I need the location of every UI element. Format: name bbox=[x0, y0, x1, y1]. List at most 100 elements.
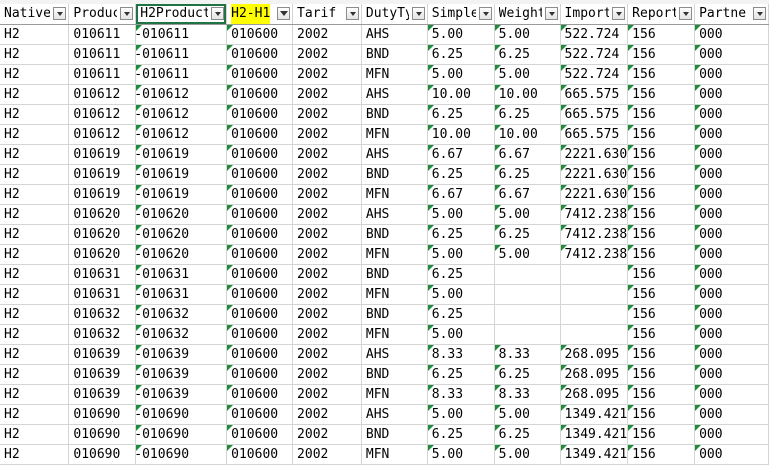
filter-dropdown-icon[interactable] bbox=[411, 7, 425, 20]
table-cell[interactable]: 5.00 bbox=[427, 24, 495, 45]
table-cell[interactable]: 2002 bbox=[292, 184, 362, 205]
table-cell[interactable]: -010632 bbox=[134, 304, 228, 325]
table-cell[interactable]: 1349.421 bbox=[560, 424, 629, 445]
table-cell[interactable] bbox=[560, 304, 629, 325]
table-cell[interactable]: H2 bbox=[0, 444, 70, 465]
column-header-dutyty[interactable]: DutyTy bbox=[361, 4, 428, 25]
table-cell[interactable]: 2002 bbox=[292, 384, 362, 405]
table-cell[interactable]: H2 bbox=[0, 184, 70, 205]
table-cell[interactable]: 2002 bbox=[292, 264, 362, 285]
table-cell[interactable]: 2002 bbox=[292, 284, 362, 305]
table-cell[interactable]: 2002 bbox=[292, 44, 362, 65]
table-cell[interactable]: 010600 bbox=[226, 404, 294, 425]
table-cell[interactable]: -010620 bbox=[134, 204, 228, 225]
table-cell[interactable]: 6.25 bbox=[427, 44, 495, 65]
table-cell[interactable]: 010600 bbox=[226, 264, 294, 285]
table-cell[interactable]: MFN bbox=[361, 244, 428, 265]
table-cell[interactable]: 6.25 bbox=[494, 44, 561, 65]
table-cell[interactable]: 010611 bbox=[68, 24, 137, 45]
table-cell[interactable]: -010639 bbox=[134, 364, 228, 385]
table-cell[interactable]: 2002 bbox=[292, 364, 362, 385]
table-cell[interactable]: AHS bbox=[361, 344, 428, 365]
table-cell[interactable]: 000 bbox=[694, 164, 769, 185]
table-cell[interactable]: 6.25 bbox=[427, 224, 495, 245]
table-cell[interactable]: AHS bbox=[361, 84, 428, 105]
table-cell[interactable]: 010600 bbox=[226, 64, 294, 85]
table-cell[interactable]: 156 bbox=[627, 364, 696, 385]
table-cell[interactable]: 010690 bbox=[68, 404, 137, 425]
table-cell[interactable]: -010611 bbox=[134, 24, 228, 45]
table-cell[interactable]: H2 bbox=[0, 44, 70, 65]
table-cell[interactable]: -010619 bbox=[134, 184, 228, 205]
table-cell[interactable]: -010639 bbox=[134, 344, 228, 365]
table-cell[interactable]: H2 bbox=[0, 324, 70, 345]
table-cell[interactable]: 000 bbox=[694, 284, 769, 305]
table-cell[interactable]: 000 bbox=[694, 204, 769, 225]
table-cell[interactable]: 000 bbox=[694, 364, 769, 385]
filter-dropdown-icon[interactable] bbox=[753, 7, 766, 20]
table-cell[interactable]: H2 bbox=[0, 404, 70, 425]
column-header-weight[interactable]: Weight bbox=[494, 4, 561, 25]
table-cell[interactable]: 010600 bbox=[226, 104, 294, 125]
table-cell[interactable]: 010600 bbox=[226, 44, 294, 65]
table-cell[interactable]: -010631 bbox=[134, 284, 228, 305]
table-cell[interactable]: 8.33 bbox=[427, 344, 495, 365]
table-cell[interactable]: 156 bbox=[627, 124, 696, 145]
table-cell[interactable]: 010600 bbox=[226, 384, 294, 405]
filter-dropdown-icon[interactable] bbox=[612, 7, 626, 20]
table-cell[interactable]: 2002 bbox=[292, 164, 362, 185]
column-header-partne[interactable]: Partne bbox=[694, 4, 769, 25]
table-cell[interactable]: 2002 bbox=[292, 204, 362, 225]
table-cell[interactable]: 6.25 bbox=[494, 164, 561, 185]
table-cell[interactable]: H2 bbox=[0, 164, 70, 185]
table-cell[interactable]: -010612 bbox=[134, 104, 228, 125]
table-cell[interactable]: H2 bbox=[0, 424, 70, 445]
table-cell[interactable]: 5.00 bbox=[427, 444, 495, 465]
table-cell[interactable]: 000 bbox=[694, 304, 769, 325]
table-cell[interactable]: 010619 bbox=[68, 184, 137, 205]
table-cell[interactable]: 010600 bbox=[226, 164, 294, 185]
table-cell[interactable]: -010631 bbox=[134, 264, 228, 285]
table-cell[interactable]: AHS bbox=[361, 404, 428, 425]
table-cell[interactable]: 5.00 bbox=[494, 24, 561, 45]
table-cell[interactable]: 2221.630 bbox=[560, 144, 629, 165]
table-cell[interactable]: 5.00 bbox=[494, 444, 561, 465]
table-cell[interactable]: 156 bbox=[627, 244, 696, 265]
table-cell[interactable]: 010690 bbox=[68, 444, 137, 465]
table-cell[interactable]: 156 bbox=[627, 444, 696, 465]
table-cell[interactable]: 10.00 bbox=[427, 124, 495, 145]
table-cell[interactable]: 010620 bbox=[68, 204, 137, 225]
table-cell[interactable]: 7412.238 bbox=[560, 224, 629, 245]
table-cell[interactable]: 522.724 bbox=[560, 64, 629, 85]
table-cell[interactable]: 156 bbox=[627, 264, 696, 285]
table-cell[interactable] bbox=[494, 324, 561, 345]
table-cell[interactable]: 010632 bbox=[68, 324, 137, 345]
table-cell[interactable]: 010611 bbox=[68, 44, 137, 65]
table-cell[interactable]: 010639 bbox=[68, 364, 137, 385]
table-cell[interactable]: 010612 bbox=[68, 124, 137, 145]
table-cell[interactable]: 010600 bbox=[226, 84, 294, 105]
table-cell[interactable]: 156 bbox=[627, 204, 696, 225]
table-cell[interactable]: 000 bbox=[694, 404, 769, 425]
table-cell[interactable]: -010690 bbox=[134, 444, 228, 465]
table-cell[interactable]: H2 bbox=[0, 224, 70, 245]
table-cell[interactable]: AHS bbox=[361, 204, 428, 225]
table-cell[interactable]: 010612 bbox=[68, 84, 137, 105]
table-cell[interactable]: H2 bbox=[0, 144, 70, 165]
filter-dropdown-icon[interactable] bbox=[211, 7, 225, 20]
spreadsheet-grid[interactable]: Native Produc H2Product H2-H1 Tarif DutyTy Sim… bbox=[0, 0, 769, 471]
table-cell[interactable]: 2002 bbox=[292, 424, 362, 445]
table-cell[interactable]: 2221.630 bbox=[560, 164, 629, 185]
table-cell[interactable]: 2002 bbox=[292, 444, 362, 465]
table-cell[interactable]: 000 bbox=[694, 144, 769, 165]
table-cell[interactable]: 156 bbox=[627, 344, 696, 365]
table-cell[interactable]: 010600 bbox=[226, 424, 294, 445]
table-cell[interactable]: 010600 bbox=[226, 124, 294, 145]
table-cell[interactable]: BND bbox=[361, 304, 428, 325]
table-cell[interactable]: 10.00 bbox=[494, 84, 561, 105]
table-cell[interactable]: BND bbox=[361, 104, 428, 125]
filter-dropdown-icon[interactable] bbox=[120, 7, 134, 20]
table-cell[interactable] bbox=[494, 304, 561, 325]
table-cell[interactable]: 000 bbox=[694, 44, 769, 65]
table-cell[interactable]: 6.25 bbox=[427, 164, 495, 185]
